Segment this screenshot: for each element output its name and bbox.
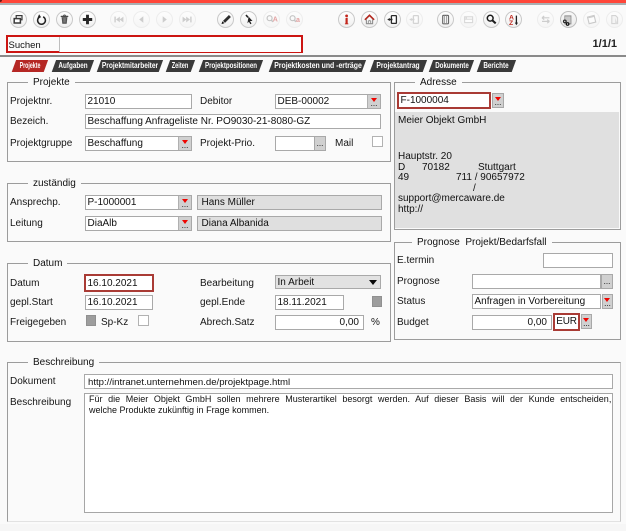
svg-text:A: A (272, 17, 277, 24)
svg-text:Z: Z (509, 20, 513, 27)
svg-text:a: a (296, 17, 300, 24)
